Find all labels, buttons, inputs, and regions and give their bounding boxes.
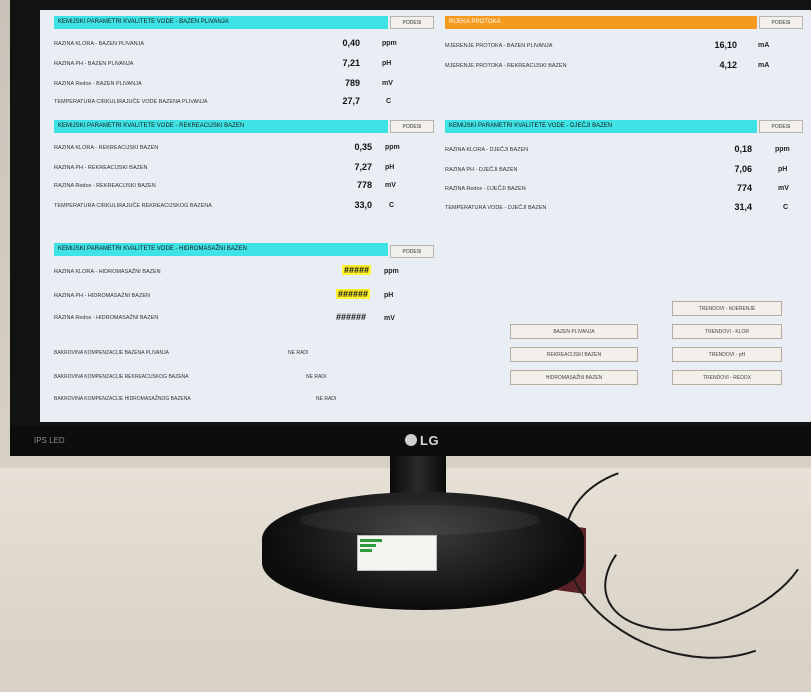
rekreacijski-temp-unit: C bbox=[389, 202, 395, 209]
rekreacijski-redox-value: 778 bbox=[356, 180, 372, 190]
hidromasazni-redox-value: ###### bbox=[336, 312, 367, 322]
plivanja-ph-unit: pH bbox=[382, 60, 392, 67]
djecji-redox-value: 774 bbox=[736, 183, 752, 193]
plivanja-klor-unit: ppm bbox=[382, 40, 397, 47]
hidromasazni-redox-label: RAZINA Redox - HIDROMASAŽNI BAZEN bbox=[54, 315, 159, 321]
djecji-ph-value: 7,06 bbox=[734, 164, 752, 174]
protok-rekreacijski-value: 4,12 bbox=[719, 60, 737, 70]
plivanja-temp-value: 27,7 bbox=[342, 96, 360, 106]
energy-sticker bbox=[357, 535, 437, 571]
sticker-bar bbox=[360, 539, 382, 542]
djecji-redox-label: RAZINA Redox - DJEČJI BAZEN bbox=[445, 186, 526, 192]
protok-plivanja-unit: mA bbox=[758, 42, 770, 49]
plivanja-redox-unit: mV bbox=[382, 80, 393, 87]
kompenzacija-rekreacijski-label: BAKROVINA KOMPENZACIJE REKREACIJSKOG BAZ… bbox=[54, 374, 189, 380]
lg-logo-icon bbox=[405, 434, 417, 446]
hidromasazni-klor-value: ##### bbox=[342, 265, 372, 275]
brand-text: LG bbox=[420, 433, 440, 448]
protok-rekreacijski-unit: mA bbox=[758, 62, 770, 69]
kompenzacija-plivanja-label: BAKROVINA KOMPENZACIJE BAZENA PLIVANJA bbox=[54, 350, 169, 356]
djecji-klor-value: 0,18 bbox=[734, 144, 752, 154]
rekreacijski-klor-label: RAZINA KLORA - REKREACIJSKI BAZEN bbox=[54, 145, 159, 151]
sticker-bar bbox=[360, 549, 372, 552]
djecji-ph-unit: pH bbox=[778, 166, 788, 173]
hidromasazni-klor-label: RAZINA KLORA - HIDROMASAŽNI BAZEN bbox=[54, 269, 161, 275]
trend-redox-button[interactable]: TRENDOVI - REDOX bbox=[672, 370, 782, 385]
sticker-bar bbox=[360, 544, 376, 547]
rekreacijski-ph-unit: pH bbox=[385, 164, 395, 171]
djecji-temp-unit: C bbox=[783, 204, 789, 211]
rekreacijski-redox-unit: mV bbox=[385, 182, 396, 189]
plivanja-temp-label: TEMPERATURA CIRKULIRAJUĆE VODE BAZENA PL… bbox=[54, 99, 208, 105]
protok-rekreacijski-label: MJERENJE PROTOKA - REKREACIJSKI BAZEN bbox=[445, 63, 567, 69]
kompenzacija-plivanja-status: NE RADI bbox=[288, 350, 309, 356]
protok-plivanja-label: MJERENJE PROTOKA - BAZEN PLIVANJA bbox=[445, 43, 553, 49]
djecji-temp-label: TEMPERATURA VODE - DJEČJI BAZEN bbox=[445, 205, 547, 211]
rekreacijski-redox-label: RAZINA Redox - REKREACIJSKI BAZEN bbox=[54, 183, 156, 189]
plivanja-podesi-button[interactable]: PODESI bbox=[390, 16, 434, 29]
panel-plivanja-header: KEMIJSKI PARAMETRI KVALITETE VODE - BAZE… bbox=[54, 16, 388, 29]
djecji-redox-unit: mV bbox=[778, 185, 789, 192]
djecji-temp-value: 31,4 bbox=[734, 202, 752, 212]
plivanja-redox-value: 789 bbox=[344, 78, 360, 88]
nav-bazen-plivanja-button[interactable]: BAZEN PLIVANJA bbox=[510, 324, 638, 339]
djecji-klor-label: RAZINA KLORA - DJEČJI BAZEN bbox=[445, 147, 529, 153]
rekreacijski-klor-value: 0,35 bbox=[354, 142, 372, 152]
base-reflection bbox=[300, 505, 540, 535]
hidromasazni-klor-unit: ppm bbox=[384, 268, 399, 275]
panel-hidromasazni-header: KEMIJSKI PARAMETRI KVALITETE VODE - HIDR… bbox=[54, 243, 388, 256]
plivanja-redox-label: RAZINA Redox - BAZEN PLIVANJA bbox=[54, 81, 142, 87]
monitor-corner-label: IPS LED bbox=[34, 436, 65, 445]
plivanja-temp-unit: C bbox=[386, 98, 392, 105]
panel-protok-header: RIJEKA PROTOKA bbox=[445, 16, 757, 29]
plivanja-ph-label: RAZINA PH - BAZEN PLIVANJA bbox=[54, 61, 134, 67]
kompenzacija-hidromasazni-label: BAKROVINA KOMPENZACIJE HIDROMASAŽNOG BAZ… bbox=[54, 396, 191, 402]
panel-rekreacijski-header: KEMIJSKI PARAMETRI KVALITETE VODE - REKR… bbox=[54, 120, 388, 133]
plivanja-ph-value: 7,21 bbox=[342, 58, 360, 68]
trend-ph-button[interactable]: TRENDOVI - pH bbox=[672, 347, 782, 362]
rekreacijski-temp-value: 33,0 bbox=[354, 200, 372, 210]
nav-hidromasazni-button[interactable]: HIDROMASAŽNI BAZEN bbox=[510, 370, 638, 385]
kompenzacija-rekreacijski-status: NE RADI bbox=[306, 374, 327, 380]
trend-mjerenje-button[interactable]: TRENDOVI - MJERENJE bbox=[672, 301, 782, 316]
hidromasazni-ph-label: RAZINA PH - HIDROMASAŽNI BAZEN bbox=[54, 293, 150, 299]
plivanja-klor-value: 0,40 bbox=[342, 38, 360, 48]
plivanja-klor-label: RAZINA KLORA - BAZEN PLIVANJA bbox=[54, 41, 145, 47]
hidromasazni-ph-value: ###### bbox=[336, 289, 371, 299]
trend-klor-button[interactable]: TRENDOVI - KLOR bbox=[672, 324, 782, 339]
protok-plivanja-value: 16,10 bbox=[714, 40, 737, 50]
rekreacijski-klor-unit: ppm bbox=[385, 144, 400, 151]
rekreacijski-temp-label: TEMPERATURA CIRKULIRAJUĆE REKREACIJSKOG … bbox=[54, 203, 212, 209]
hidromasazni-podesi-button[interactable]: PODESI bbox=[390, 245, 434, 258]
nav-rekreacijski-button[interactable]: REKREACIJSKI BAZEN bbox=[510, 347, 638, 362]
protok-podesi-button[interactable]: PODESI bbox=[759, 16, 803, 29]
djecji-klor-unit: ppm bbox=[775, 146, 790, 153]
panel-djecji-header: KEMIJSKI PARAMETRI KVALITETE VODE - DJEČ… bbox=[445, 120, 757, 133]
rekreacijski-ph-value: 7,27 bbox=[354, 162, 372, 172]
rekreacijski-podesi-button[interactable]: PODESI bbox=[390, 120, 434, 133]
hidromasazni-ph-unit: pH bbox=[384, 292, 394, 299]
djecji-ph-label: RAZINA PH - DJEČJI BAZEN bbox=[445, 167, 518, 173]
rekreacijski-ph-label: RAZINA PH - REKREACIJSKI BAZEN bbox=[54, 165, 148, 171]
monitor-brand: LG bbox=[405, 433, 439, 448]
monitor-screen: KEMIJSKI PARAMETRI KVALITETE VODE - BAZE… bbox=[40, 10, 811, 422]
kompenzacija-hidromasazni-status: NE RADI bbox=[316, 396, 337, 402]
djecji-podesi-button[interactable]: PODESI bbox=[759, 120, 803, 133]
hidromasazni-redox-unit: mV bbox=[384, 315, 395, 322]
